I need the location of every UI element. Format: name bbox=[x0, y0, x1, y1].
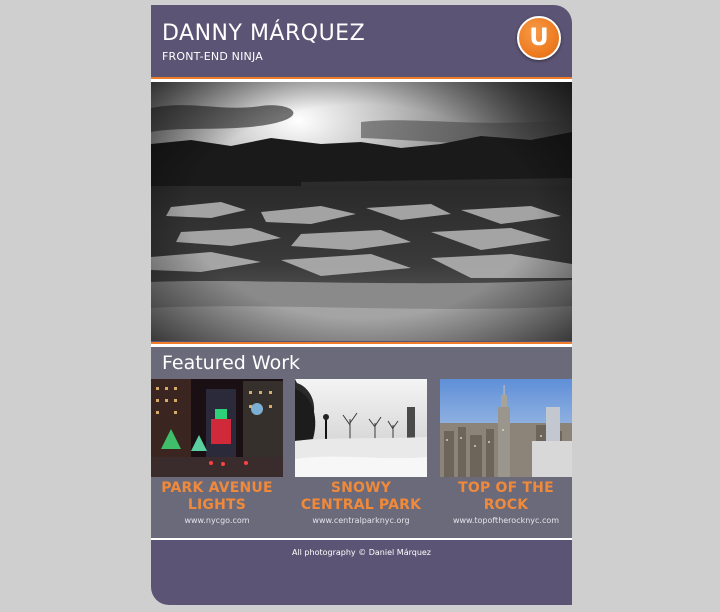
featured-card-top-of-the-rock[interactable]: TOP OF THE ROCK www.topoftherocknyc.com bbox=[440, 379, 572, 525]
featured-card-central-park[interactable]: SNOWY CENTRAL PARK www.centralparknyc.or… bbox=[295, 379, 427, 525]
card-title-line[interactable]: SNOWY bbox=[295, 480, 427, 497]
top-of-the-rock-thumbnail[interactable] bbox=[440, 379, 572, 477]
park-avenue-thumbnail[interactable] bbox=[151, 379, 283, 477]
card-title-line[interactable]: TOP OF THE bbox=[440, 480, 572, 497]
hero-photo bbox=[151, 82, 572, 341]
card-title-line[interactable]: ROCK bbox=[440, 497, 572, 514]
card-url[interactable]: www.topoftherocknyc.com bbox=[440, 516, 572, 525]
site-tagline: FRONT-END NINJA bbox=[162, 50, 263, 63]
card-title-line[interactable]: PARK AVENUE bbox=[151, 480, 283, 497]
card-title[interactable]: PARK AVENUE LIGHTS bbox=[151, 480, 283, 514]
site-header: DANNY MÁRQUEZ FRONT-END NINJA U bbox=[151, 5, 572, 77]
card-title[interactable]: SNOWY CENTRAL PARK bbox=[295, 480, 427, 514]
footer-divider bbox=[151, 538, 572, 540]
featured-card-park-avenue[interactable]: PARK AVENUE LIGHTS www.nycgo.com bbox=[151, 379, 283, 525]
featured-section: Featured Work PARK AVENUE LIGHTS www.nyc… bbox=[151, 347, 572, 538]
card-url[interactable]: www.nycgo.com bbox=[151, 516, 283, 525]
logo-letter: U bbox=[529, 23, 549, 51]
logo-badge[interactable]: U bbox=[517, 16, 561, 60]
featured-heading: Featured Work bbox=[162, 352, 301, 374]
card-url[interactable]: www.centralparknyc.org bbox=[295, 516, 427, 525]
card-title-line[interactable]: CENTRAL PARK bbox=[295, 497, 427, 514]
profile-page: DANNY MÁRQUEZ FRONT-END NINJA U Featured… bbox=[151, 5, 572, 605]
photo-credit: All photography © Daniel Márquez bbox=[291, 548, 432, 557]
site-title: DANNY MÁRQUEZ bbox=[162, 21, 366, 46]
central-park-thumbnail[interactable] bbox=[295, 379, 427, 477]
hero-image bbox=[151, 82, 572, 341]
site-footer: All photography © Daniel Márquez bbox=[151, 543, 572, 605]
card-title[interactable]: TOP OF THE ROCK bbox=[440, 480, 572, 514]
card-title-line[interactable]: LIGHTS bbox=[151, 497, 283, 514]
